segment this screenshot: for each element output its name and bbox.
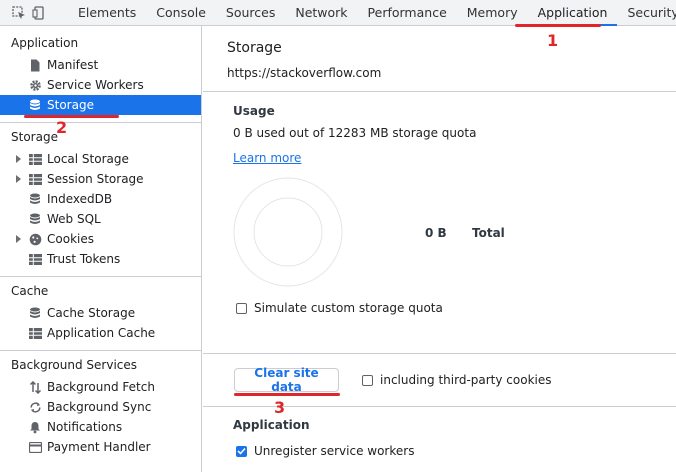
third-party-cookies-row[interactable]: including third-party cookies: [362, 373, 552, 387]
tab-network[interactable]: Network: [285, 0, 357, 26]
sidebar-item-service-workers[interactable]: Service Workers: [0, 75, 201, 95]
annotation-number-3: 3: [274, 398, 286, 417]
sidebar-item-indexeddb[interactable]: IndexedDB: [0, 189, 201, 209]
sidebar-item-session-storage[interactable]: Session Storage: [0, 169, 201, 189]
usage-total-value: 0 B: [425, 226, 447, 240]
gear-icon: [28, 78, 42, 92]
sidebar-item-label: Service Workers: [47, 78, 144, 92]
sidebar-item-notifications[interactable]: Notifications: [0, 417, 201, 437]
tab-memory[interactable]: Memory: [457, 0, 528, 26]
sidebar-item-label: Cookies: [47, 232, 94, 246]
unregister-service-workers-row[interactable]: Unregister service workers: [236, 444, 414, 458]
cookie-icon: [28, 232, 42, 246]
sidebar-item-label: Application Cache: [47, 326, 156, 340]
origin-url: https://stackoverflow.com: [227, 66, 382, 80]
sidebar-section-cache: Cache: [11, 284, 49, 298]
usage-total-label: Total: [472, 226, 505, 240]
sidebar-item-cache-storage[interactable]: Cache Storage: [0, 303, 201, 323]
tab-sources[interactable]: Sources: [216, 0, 285, 26]
grid-icon: [28, 326, 42, 340]
devtools-tab-bar: Elements Console Sources Network Perform…: [0, 0, 676, 26]
sidebar-item-cookies[interactable]: Cookies: [0, 229, 201, 249]
tab-security[interactable]: Security: [617, 0, 676, 26]
bell-icon: [28, 420, 42, 434]
annotation-number-1: 1: [547, 31, 559, 50]
sidebar-item-manifest[interactable]: Manifest: [0, 55, 201, 75]
updown-arrows-icon: [28, 380, 42, 394]
usage-title: Usage: [233, 104, 275, 118]
tab-console[interactable]: Console: [146, 0, 216, 26]
sidebar-item-background-fetch[interactable]: Background Fetch: [0, 377, 201, 397]
sidebar-item-label: IndexedDB: [47, 192, 113, 206]
sidebar-item-label: Notifications: [47, 420, 123, 434]
page-title: Storage: [227, 40, 282, 56]
expand-arrow-icon[interactable]: [16, 175, 21, 183]
sidebar-item-label: Manifest: [47, 58, 99, 72]
third-party-cookies-checkbox[interactable]: [362, 374, 373, 386]
tab-elements[interactable]: Elements: [68, 0, 146, 26]
sidebar-item-background-sync[interactable]: Background Sync: [0, 397, 201, 417]
expand-arrow-icon[interactable]: [16, 235, 21, 243]
sync-icon: [28, 400, 42, 414]
inspect-element-icon[interactable]: [12, 5, 26, 21]
sidebar-item-payment-handler[interactable]: Payment Handler: [0, 437, 201, 457]
simulate-quota-checkbox[interactable]: [236, 302, 247, 314]
unregister-service-workers-label: Unregister service workers: [254, 444, 415, 458]
sidebar-item-web-sql[interactable]: Web SQL: [0, 209, 201, 229]
sidebar-item-label: Storage: [47, 98, 94, 112]
sidebar-section-application: Application: [11, 36, 79, 50]
annotation-underline-3: [234, 393, 340, 396]
sidebar-item-label: Background Fetch: [47, 380, 155, 394]
sidebar-item-label: Payment Handler: [47, 440, 151, 454]
database-icon: [28, 192, 42, 206]
file-icon: [28, 58, 42, 72]
usage-summary: 0 B used out of 12283 MB storage quota: [233, 126, 477, 140]
sidebar-item-label: Background Sync: [47, 400, 152, 414]
learn-more-link[interactable]: Learn more: [233, 151, 301, 165]
sidebar-item-local-storage[interactable]: Local Storage: [0, 149, 201, 169]
annotation-underline-2: [24, 115, 119, 118]
sidebar-item-application-cache[interactable]: Application Cache: [0, 323, 201, 343]
sidebar-item-trust-tokens[interactable]: Trust Tokens: [0, 249, 201, 269]
tab-application[interactable]: Application: [527, 0, 618, 26]
sidebar-item-label: Local Storage: [47, 152, 129, 166]
clear-site-data-button[interactable]: Clear site data: [234, 366, 339, 394]
database-icon: [28, 306, 42, 320]
application-section-title: Application: [233, 418, 310, 432]
checkmark-icon: [237, 447, 246, 455]
third-party-cookies-label: including third-party cookies: [380, 373, 552, 387]
sidebar-item-label: Session Storage: [47, 172, 144, 186]
annotation-number-2: 2: [56, 118, 68, 137]
simulate-quota-label: Simulate custom storage quota: [254, 301, 443, 315]
tab-performance[interactable]: Performance: [358, 0, 457, 26]
sidebar-item-label: Web SQL: [47, 212, 101, 226]
simulate-quota-row[interactable]: Simulate custom storage quota: [236, 301, 443, 315]
database-icon: [28, 98, 42, 112]
expand-arrow-icon[interactable]: [16, 155, 21, 163]
sidebar-section-storage: Storage: [11, 130, 58, 144]
annotation-underline-1: [515, 24, 601, 27]
sidebar-item-storage[interactable]: Storage: [0, 95, 201, 115]
section-divider: [203, 353, 676, 354]
unregister-service-workers-checkbox[interactable]: [236, 445, 247, 457]
card-icon: [28, 440, 42, 454]
grid-icon: [28, 152, 42, 166]
sidebar-item-label: Trust Tokens: [47, 252, 121, 266]
database-icon: [28, 212, 42, 226]
device-toolbar-icon[interactable]: [32, 5, 46, 21]
sidebar-section-background-services: Background Services: [11, 358, 138, 372]
grid-icon: [28, 172, 42, 186]
sidebar-item-label: Cache Storage: [47, 306, 136, 320]
sidebar: Application Manifest Service Workers Sto…: [0, 26, 202, 472]
grid-icon: [28, 252, 42, 266]
section-divider: [203, 91, 676, 92]
usage-pie-chart: [233, 177, 343, 287]
